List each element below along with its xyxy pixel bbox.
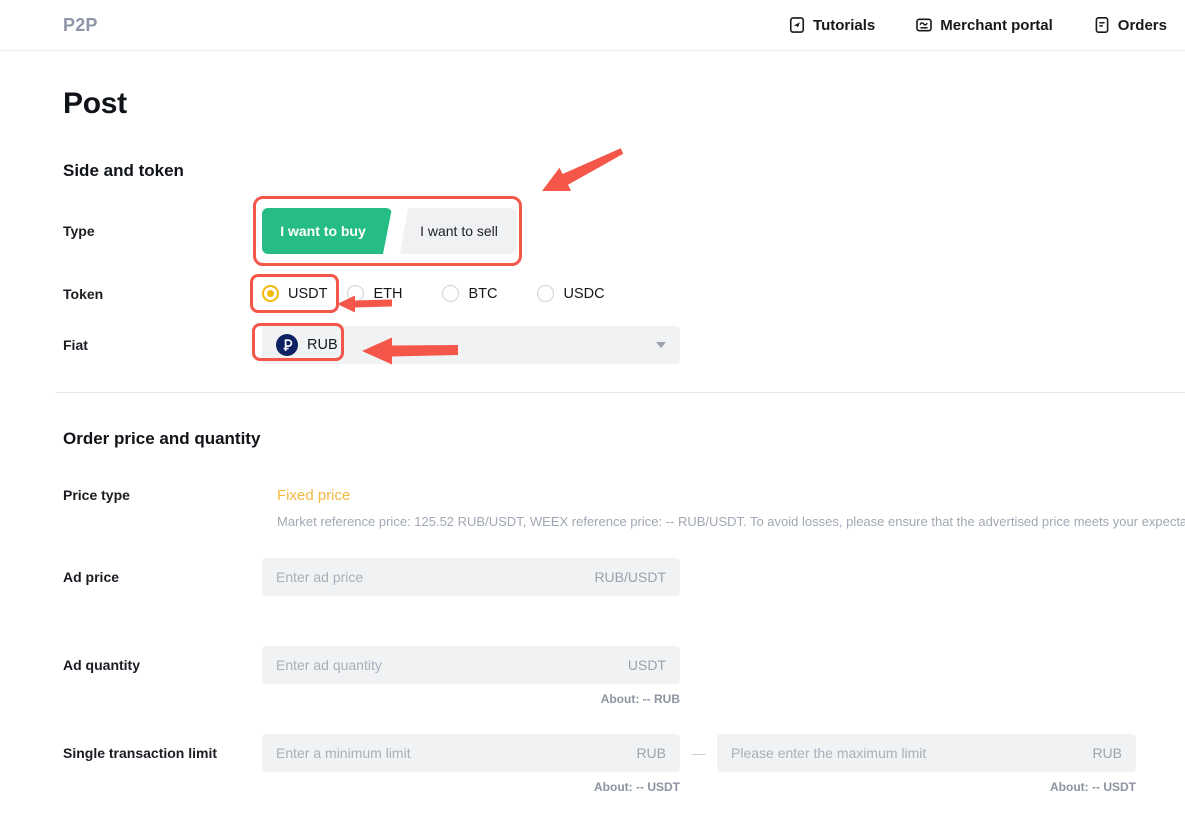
market-reference-note: Market reference price: 125.52 RUB/USDT,… <box>277 514 1185 529</box>
radio-unselected-icon[interactable] <box>347 285 364 302</box>
page-title: Post <box>63 87 1185 121</box>
orders-document-icon <box>1093 16 1111 34</box>
token-option-btc-label: BTC <box>468 286 497 302</box>
ad-quantity-row: Ad quantity USDT About: -- RUB <box>63 646 1185 706</box>
min-limit-about: About: -- USDT <box>262 780 680 794</box>
fiat-row: Fiat RUB <box>63 326 1185 364</box>
min-limit-inputbox: RUB <box>262 734 680 772</box>
fixed-price-option[interactable]: Fixed price <box>277 487 1185 504</box>
radio-unselected-icon[interactable] <box>537 285 554 302</box>
type-label: Type <box>63 223 262 239</box>
sell-toggle-button[interactable]: I want to sell <box>392 208 516 254</box>
max-limit-inputbox: RUB <box>717 734 1136 772</box>
top-header: P2P Tutorials Merchant portal Orders <box>0 0 1185 51</box>
section-side-and-token: Side and token <box>63 161 1185 181</box>
section-divider <box>55 392 1185 393</box>
ad-price-label: Ad price <box>63 569 262 585</box>
token-option-usdc-label: USDC <box>563 286 604 302</box>
nav-tutorials-label: Tutorials <box>813 17 875 34</box>
price-type-row: Price type Fixed price Market reference … <box>63 487 1185 529</box>
nav-tutorials[interactable]: Tutorials <box>788 16 875 34</box>
ad-quantity-input[interactable] <box>276 657 618 673</box>
type-annotation-box: I want to buy I want to sell <box>253 196 522 266</box>
rub-currency-icon <box>276 334 298 356</box>
fiat-selected-value: RUB <box>307 337 338 353</box>
ad-quantity-about: About: -- RUB <box>262 692 680 706</box>
ad-quantity-inputbox: USDT <box>262 646 680 684</box>
p2p-logo[interactable]: P2P <box>63 15 98 36</box>
header-nav: Tutorials Merchant portal Orders <box>788 16 1167 34</box>
token-option-btc[interactable]: BTC <box>442 285 497 302</box>
token-option-usdc[interactable]: USDC <box>537 285 604 302</box>
chevron-down-icon <box>656 342 666 348</box>
post-form: Post Side and token Type I want to buy I… <box>0 87 1185 794</box>
max-limit-input[interactable] <box>731 745 1082 761</box>
buy-toggle-button[interactable]: I want to buy <box>262 208 392 254</box>
radio-unselected-icon[interactable] <box>442 285 459 302</box>
token-label: Token <box>63 286 262 302</box>
section-order-price-quantity: Order price and quantity <box>63 429 1185 449</box>
merchant-monitor-icon <box>915 16 933 34</box>
nav-orders-label: Orders <box>1118 17 1167 34</box>
max-limit-unit: RUB <box>1092 745 1122 761</box>
token-option-eth-label: ETH <box>373 286 402 302</box>
ad-quantity-unit: USDT <box>628 657 666 673</box>
ad-quantity-label: Ad quantity <box>63 646 262 684</box>
max-limit-about: About: -- USDT <box>717 780 1136 794</box>
limit-range-separator: — <box>680 734 717 772</box>
min-limit-unit: RUB <box>636 745 666 761</box>
price-type-label: Price type <box>63 487 262 503</box>
usdt-annotation-box: USDT <box>250 274 339 313</box>
token-option-eth[interactable]: ETH <box>347 285 402 302</box>
ad-price-row: Ad price RUB/USDT <box>63 558 1185 596</box>
token-option-usdt-label: USDT <box>288 286 327 302</box>
fiat-label: Fiat <box>63 337 262 353</box>
ad-price-inputbox: RUB/USDT <box>262 558 680 596</box>
single-transaction-limit-label: Single transaction limit <box>63 734 262 772</box>
tutorials-book-icon <box>788 16 806 34</box>
radio-selected-icon[interactable] <box>262 285 279 302</box>
token-option-usdt[interactable]: USDT <box>262 285 327 302</box>
nav-merchant-portal[interactable]: Merchant portal <box>915 16 1053 34</box>
min-limit-input[interactable] <box>276 745 626 761</box>
nav-orders[interactable]: Orders <box>1093 16 1167 34</box>
ad-price-unit: RUB/USDT <box>594 569 666 585</box>
type-row: Type I want to buy I want to sell <box>63 196 1185 266</box>
buy-sell-toggle: I want to buy I want to sell <box>262 208 516 254</box>
fiat-select[interactable]: RUB <box>262 326 680 364</box>
nav-merchant-portal-label: Merchant portal <box>940 17 1053 34</box>
token-row: Token USDT ETH BTC USDC <box>63 274 1185 313</box>
ad-price-input[interactable] <box>276 569 584 585</box>
single-transaction-limit-row: Single transaction limit RUB About: -- U… <box>63 734 1185 794</box>
